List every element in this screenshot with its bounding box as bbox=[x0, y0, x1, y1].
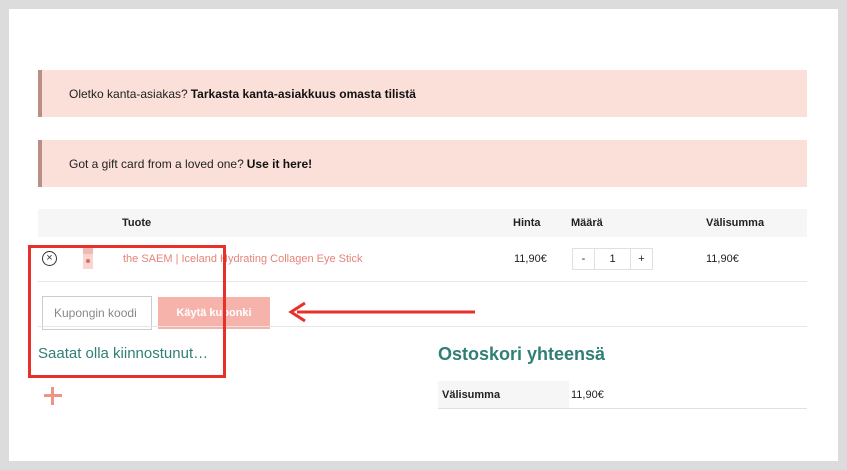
product-price: 11,90€ bbox=[514, 253, 547, 265]
quantity-input[interactable]: 1 bbox=[595, 249, 630, 269]
totals-subtotal-value: 11,90€ bbox=[571, 388, 604, 401]
loyalty-notice-text: Oletko kanta-asiakas? bbox=[69, 86, 188, 101]
cart-totals-title: Ostoskori yhteensä bbox=[438, 344, 606, 364]
header-quantity: Määrä bbox=[571, 217, 603, 229]
header-price: Hinta bbox=[513, 217, 541, 229]
quantity-stepper: - 1 + bbox=[572, 248, 653, 270]
header-product: Tuote bbox=[122, 217, 152, 229]
totals-subtotal-row: Välisumma 11,90€ bbox=[438, 381, 807, 409]
annotation-highlight-box bbox=[28, 245, 226, 378]
annotation-arrow-icon bbox=[288, 301, 475, 323]
gift-card-notice-text: Got a gift card from a loved one? bbox=[69, 156, 244, 171]
cart-table-header: Tuote Hinta Määrä Välisumma bbox=[38, 209, 807, 237]
gift-card-notice-link[interactable]: Use it here! bbox=[247, 157, 312, 171]
header-subtotal: Välisumma bbox=[706, 217, 765, 229]
plus-icon[interactable] bbox=[44, 387, 62, 405]
loyalty-notice: Oletko kanta-asiakas? Tarkasta kanta-asi… bbox=[38, 70, 807, 117]
gift-card-notice: Got a gift card from a loved one? Use it… bbox=[38, 140, 807, 187]
product-subtotal: 11,90€ bbox=[706, 253, 739, 265]
quantity-increase-button[interactable]: + bbox=[630, 249, 652, 269]
cart-page: Oletko kanta-asiakas? Tarkasta kanta-asi… bbox=[9, 9, 838, 461]
quantity-decrease-button[interactable]: - bbox=[573, 249, 595, 269]
loyalty-notice-link[interactable]: Tarkasta kanta-asiakkuus omasta tilistä bbox=[191, 87, 416, 101]
totals-subtotal-label: Välisumma bbox=[438, 381, 569, 408]
